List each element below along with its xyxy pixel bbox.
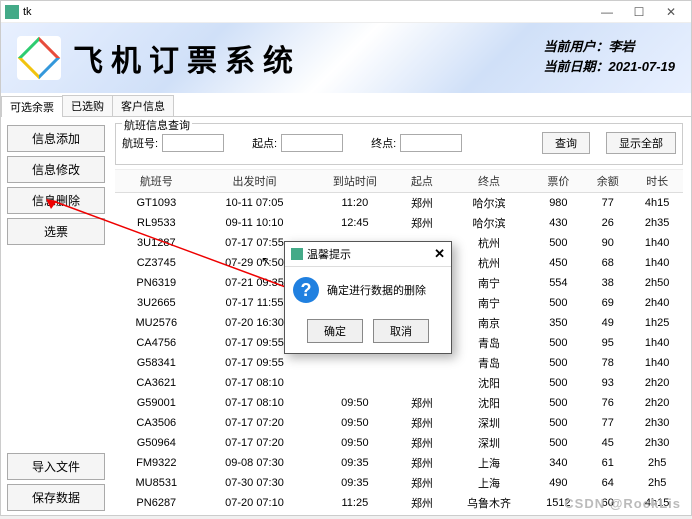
import-button[interactable]: 导入文件 bbox=[7, 453, 105, 480]
table-row[interactable]: G5096407-17 07:2009:50郑州深圳500452h30 bbox=[115, 433, 683, 453]
delete-button[interactable]: 信息删除 bbox=[7, 187, 105, 214]
column-header[interactable]: 航班号 bbox=[115, 170, 198, 193]
column-header[interactable]: 时长 bbox=[631, 170, 683, 193]
flight-label: 航班号: bbox=[122, 135, 158, 151]
table-row[interactable]: RL953309-11 10:1012:45郑州哈尔滨430262h35 bbox=[115, 213, 683, 233]
dialog-title: 温馨提示 bbox=[307, 246, 351, 262]
save-button[interactable]: 保存数据 bbox=[7, 484, 105, 511]
dialog-cancel-button[interactable]: 取消 bbox=[373, 319, 429, 343]
dialog-ok-button[interactable]: 确定 bbox=[307, 319, 363, 343]
app-icon bbox=[5, 5, 19, 19]
flight-input[interactable] bbox=[162, 134, 224, 152]
search-panel: 航班信息查询 航班号: 起点: 终点: 查询 显示全部 bbox=[115, 123, 683, 165]
select-button[interactable]: 选票 bbox=[7, 218, 105, 245]
table-row[interactable]: CA362107-17 08:10沈阳500932h20 bbox=[115, 373, 683, 393]
start-label: 起点: bbox=[252, 135, 277, 151]
column-header[interactable]: 终点 bbox=[446, 170, 533, 193]
tab-available[interactable]: 可选余票 bbox=[1, 96, 63, 117]
dialog-icon bbox=[291, 248, 303, 260]
title-bar: tk — ☐ ✕ bbox=[1, 1, 691, 23]
start-input[interactable] bbox=[281, 134, 343, 152]
table-row[interactable]: G5900107-17 08:1009:50郑州沈阳500762h20 bbox=[115, 393, 683, 413]
window-title: tk bbox=[23, 6, 32, 18]
tab-customer[interactable]: 客户信息 bbox=[112, 95, 174, 116]
tabs: 可选余票 已选购 客户信息 bbox=[1, 93, 691, 117]
column-header[interactable]: 票价 bbox=[533, 170, 585, 193]
close-button[interactable]: ✕ bbox=[655, 5, 687, 19]
maximize-button[interactable]: ☐ bbox=[623, 5, 655, 19]
dialog-close-icon[interactable]: ✕ bbox=[434, 246, 445, 262]
column-header[interactable]: 出发时间 bbox=[198, 170, 312, 193]
question-icon: ? bbox=[293, 277, 319, 303]
modify-button[interactable]: 信息修改 bbox=[7, 156, 105, 183]
column-header[interactable]: 余额 bbox=[584, 170, 631, 193]
column-header[interactable]: 起点 bbox=[398, 170, 445, 193]
user-info: 当前用户：李岩 当前日期：2021-07-19 bbox=[543, 37, 675, 77]
confirm-dialog: 温馨提示 ✕ ? 确定进行数据的删除 确定 取消 bbox=[284, 241, 452, 354]
table-row[interactable]: CA350607-17 07:2009:50郑州深圳500772h30 bbox=[115, 413, 683, 433]
logo bbox=[17, 36, 61, 80]
header-banner: 飞机订票系统 当前用户：李岩 当前日期：2021-07-19 bbox=[1, 23, 691, 93]
add-button[interactable]: 信息添加 bbox=[7, 125, 105, 152]
end-input[interactable] bbox=[400, 134, 462, 152]
dialog-message: 确定进行数据的删除 bbox=[327, 282, 426, 298]
watermark: CSDN @RockLis bbox=[564, 496, 681, 511]
sidebar: 信息添加 信息修改 信息删除 选票 导入文件 保存数据 bbox=[1, 117, 111, 519]
search-legend: 航班信息查询 bbox=[122, 117, 192, 133]
table-row[interactable]: FM932209-08 07:3009:35郑州上海340612h5 bbox=[115, 453, 683, 473]
table-row[interactable]: GT109310-11 07:0511:20郑州哈尔滨980774h15 bbox=[115, 193, 683, 214]
tab-purchased[interactable]: 已选购 bbox=[62, 95, 113, 116]
minimize-button[interactable]: — bbox=[591, 5, 623, 19]
end-label: 终点: bbox=[371, 135, 396, 151]
table-row[interactable]: G5834107-17 09:55青岛500781h40 bbox=[115, 353, 683, 373]
table-row[interactable]: MU853107-30 07:3009:35郑州上海490642h5 bbox=[115, 473, 683, 493]
query-button[interactable]: 查询 bbox=[542, 132, 590, 154]
column-header[interactable]: 到站时间 bbox=[311, 170, 398, 193]
show-all-button[interactable]: 显示全部 bbox=[606, 132, 676, 154]
app-title: 飞机订票系统 bbox=[73, 36, 301, 80]
